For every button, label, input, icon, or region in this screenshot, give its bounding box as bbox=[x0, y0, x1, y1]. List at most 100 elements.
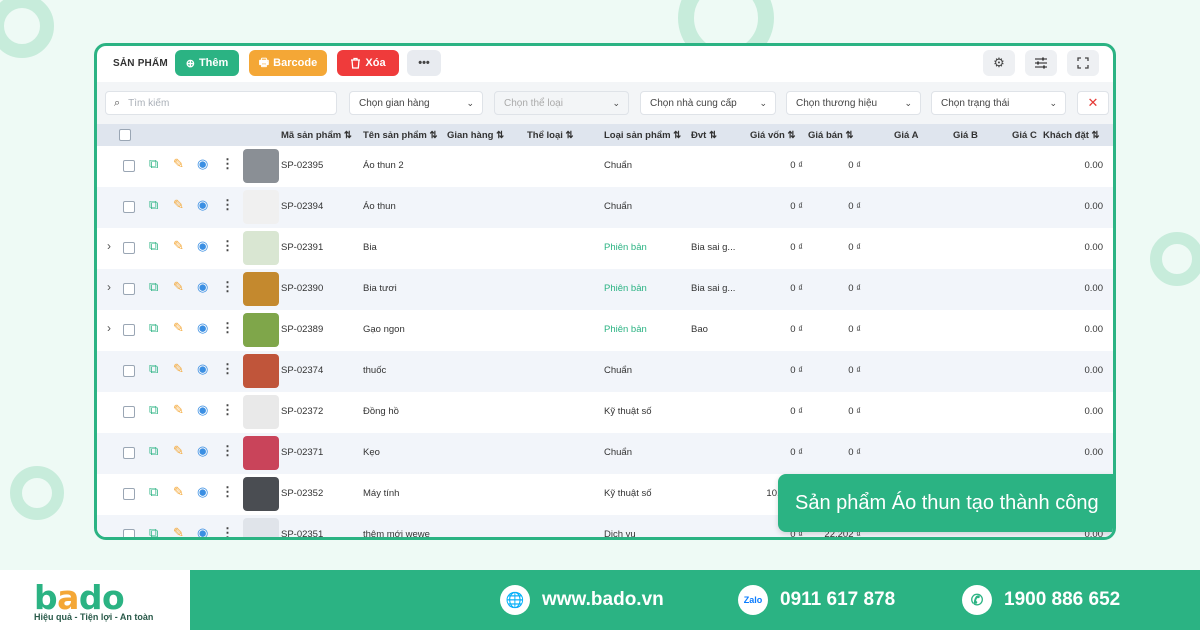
view-icon[interactable]: ◉ bbox=[197, 320, 208, 336]
column-header-category[interactable]: Thể loại ⇅ bbox=[527, 130, 574, 141]
view-icon[interactable]: ◉ bbox=[197, 361, 208, 377]
copy-icon[interactable]: ⧉ bbox=[149, 443, 158, 459]
kebab-menu-icon[interactable]: ⋮ bbox=[221, 402, 234, 418]
column-header-code[interactable]: Mã sản phẩm ⇅ bbox=[281, 130, 352, 141]
edit-icon[interactable]: ✎ bbox=[173, 320, 184, 336]
column-filter-button[interactable] bbox=[1025, 50, 1057, 76]
kebab-menu-icon[interactable]: ⋮ bbox=[221, 279, 234, 295]
row-checkbox[interactable] bbox=[123, 529, 135, 537]
product-name: Kẹo bbox=[363, 447, 380, 458]
barcode-button[interactable]: 🖶 Barcode bbox=[249, 50, 327, 76]
view-icon[interactable]: ◉ bbox=[197, 238, 208, 254]
kebab-menu-icon[interactable]: ⋮ bbox=[221, 238, 234, 254]
table-row[interactable]: › ⧉ ✎ ◉ ⋮ SP-02390 Bia tươi Phiên bản Bia sai g.… bbox=[97, 269, 1113, 310]
table-row[interactable]: ⧉ ✎ ◉ ⋮ SP-02374 thuốc Chuẩn 0 ₫ 0 ₫ 0.00 bbox=[97, 351, 1113, 392]
copy-icon[interactable]: ⧉ bbox=[149, 197, 158, 213]
category-select[interactable]: Chọn thể loại ⌄ bbox=[494, 91, 629, 115]
product-type: Kỹ thuật số bbox=[604, 406, 652, 417]
view-icon[interactable]: ◉ bbox=[197, 279, 208, 295]
brand-select[interactable]: Chọn thương hiệu ⌄ bbox=[786, 91, 921, 115]
product-code: SP-02391 bbox=[281, 242, 324, 253]
settings-button[interactable]: ⚙ bbox=[983, 50, 1015, 76]
row-checkbox[interactable] bbox=[123, 242, 135, 254]
column-header-cost[interactable]: Giá vốn ⇅ bbox=[750, 130, 795, 141]
chevron-down-icon: ⌄ bbox=[612, 97, 620, 108]
kebab-menu-icon[interactable]: ⋮ bbox=[221, 484, 234, 500]
copy-icon[interactable]: ⧉ bbox=[149, 402, 158, 418]
view-icon[interactable]: ◉ bbox=[197, 402, 208, 418]
column-header-name[interactable]: Tên sản phẩm ⇅ bbox=[363, 130, 437, 141]
website-link[interactable]: 🌐 www.bado.vn bbox=[500, 584, 664, 616]
copy-icon[interactable]: ⧉ bbox=[149, 279, 158, 295]
delete-button[interactable]: Xóa bbox=[337, 50, 399, 76]
column-header-type[interactable]: Loại sản phẩm ⇅ bbox=[604, 130, 681, 141]
column-header-store[interactable]: Gian hàng ⇅ bbox=[447, 130, 504, 141]
search-input[interactable]: ⌕ Tìm kiếm bbox=[105, 91, 337, 115]
view-icon[interactable]: ◉ bbox=[197, 484, 208, 500]
table-row[interactable]: ⧉ ✎ ◉ ⋮ SP-02394 Áo thun Chuẩn 0 ₫ 0 ₫ 0.00 bbox=[97, 187, 1113, 228]
column-header-price[interactable]: Giá bán ⇅ bbox=[808, 130, 853, 141]
row-checkbox[interactable] bbox=[123, 406, 135, 418]
column-header-unit[interactable]: Đvt ⇅ bbox=[691, 130, 717, 141]
select-all-checkbox[interactable] bbox=[119, 129, 131, 141]
copy-icon[interactable]: ⧉ bbox=[149, 525, 158, 537]
kebab-menu-icon[interactable]: ⋮ bbox=[221, 197, 234, 213]
cost-price: 0 ₫ bbox=[790, 447, 803, 458]
edit-icon[interactable]: ✎ bbox=[173, 197, 184, 213]
edit-icon[interactable]: ✎ bbox=[173, 279, 184, 295]
edit-icon[interactable]: ✎ bbox=[173, 443, 184, 459]
sale-price: 0 ₫ bbox=[848, 242, 861, 253]
row-checkbox[interactable] bbox=[123, 201, 135, 213]
ordered-qty: 0.00 bbox=[1084, 160, 1104, 171]
expand-row-icon[interactable]: › bbox=[107, 280, 111, 294]
kebab-menu-icon[interactable]: ⋮ bbox=[221, 320, 234, 336]
row-checkbox[interactable] bbox=[123, 488, 135, 500]
hotline-contact[interactable]: ✆ 1900 886 652 bbox=[962, 584, 1120, 616]
clear-filters-button[interactable]: ✕ bbox=[1077, 91, 1109, 115]
edit-icon[interactable]: ✎ bbox=[173, 361, 184, 377]
copy-icon[interactable]: ⧉ bbox=[149, 320, 158, 336]
column-header-ordered[interactable]: Khách đặt ⇅ bbox=[1043, 130, 1100, 141]
fullscreen-button[interactable] bbox=[1067, 50, 1099, 76]
barcode-button-label: Barcode bbox=[273, 57, 318, 69]
view-icon[interactable]: ◉ bbox=[197, 156, 208, 172]
status-select[interactable]: Chọn trạng thái ⌄ bbox=[931, 91, 1066, 115]
kebab-menu-icon[interactable]: ⋮ bbox=[221, 443, 234, 459]
edit-icon[interactable]: ✎ bbox=[173, 402, 184, 418]
copy-icon[interactable]: ⧉ bbox=[149, 361, 158, 377]
kebab-menu-icon[interactable]: ⋮ bbox=[221, 156, 234, 172]
edit-icon[interactable]: ✎ bbox=[173, 525, 184, 537]
table-row[interactable]: ⧉ ✎ ◉ ⋮ SP-02371 Kẹo Chuẩn 0 ₫ 0 ₫ 0.00 bbox=[97, 433, 1113, 474]
kebab-menu-icon[interactable]: ⋮ bbox=[221, 361, 234, 377]
edit-icon[interactable]: ✎ bbox=[173, 238, 184, 254]
edit-icon[interactable]: ✎ bbox=[173, 156, 184, 172]
expand-row-icon[interactable]: › bbox=[107, 321, 111, 335]
copy-icon[interactable]: ⧉ bbox=[149, 238, 158, 254]
row-checkbox[interactable] bbox=[123, 283, 135, 295]
row-checkbox[interactable] bbox=[123, 160, 135, 172]
add-button[interactable]: ⊕ Thêm bbox=[175, 50, 239, 76]
kebab-menu-icon[interactable]: ⋮ bbox=[221, 525, 234, 537]
zalo-contact[interactable]: Zalo 0911 617 878 bbox=[738, 584, 895, 616]
row-checkbox[interactable] bbox=[123, 324, 135, 336]
product-type: Kỹ thuật số bbox=[604, 488, 652, 499]
view-icon[interactable]: ◉ bbox=[197, 443, 208, 459]
row-checkbox[interactable] bbox=[123, 447, 135, 459]
printer-icon: 🖶 bbox=[258, 56, 270, 69]
supplier-select[interactable]: Chọn nhà cung cấp ⌄ bbox=[640, 91, 776, 115]
table-row[interactable]: › ⧉ ✎ ◉ ⋮ SP-02391 Bia Phiên bản Bia sai g... 0 ₫… bbox=[97, 228, 1113, 269]
row-checkbox[interactable] bbox=[123, 365, 135, 377]
more-button[interactable]: ••• bbox=[407, 50, 441, 76]
ordered-qty: 0.00 bbox=[1084, 447, 1104, 458]
store-select[interactable]: Chọn gian hàng ⌄ bbox=[349, 91, 483, 115]
view-icon[interactable]: ◉ bbox=[197, 197, 208, 213]
table-row[interactable]: ⧉ ✎ ◉ ⋮ SP-02395 Áo thun 2 Chuẩn 0 ₫ 0 ₫ 0.00 bbox=[97, 146, 1113, 187]
view-icon[interactable]: ◉ bbox=[197, 525, 208, 537]
edit-icon[interactable]: ✎ bbox=[173, 484, 184, 500]
copy-icon[interactable]: ⧉ bbox=[149, 484, 158, 500]
table-row[interactable]: ⧉ ✎ ◉ ⋮ SP-02372 Đồng hồ Kỹ thuật số 0 ₫ 0 ₫ 0.00 bbox=[97, 392, 1113, 433]
expand-row-icon[interactable]: › bbox=[107, 239, 111, 253]
gear-icon: ⚙ bbox=[993, 55, 1005, 70]
table-row[interactable]: › ⧉ ✎ ◉ ⋮ SP-02389 Gạo ngon Phiên bản Bao 0 ₫ 0 ₫ 0… bbox=[97, 310, 1113, 351]
copy-icon[interactable]: ⧉ bbox=[149, 156, 158, 172]
